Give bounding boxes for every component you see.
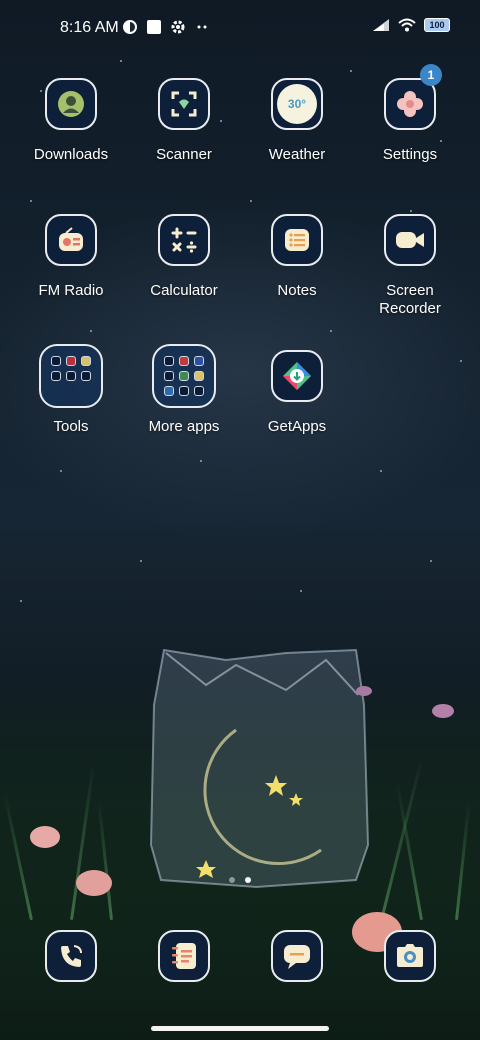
- folder-app-icon: [194, 386, 205, 397]
- app-fm-radio[interactable]: FM Radio: [15, 214, 127, 300]
- app-scanner[interactable]: Scanner: [128, 78, 240, 164]
- folder-app-icon: [50, 370, 61, 381]
- radio-icon: [45, 214, 97, 266]
- app-label: FM Radio: [38, 282, 104, 299]
- folder-tools[interactable]: Tools: [15, 344, 127, 436]
- wifi-icon: [398, 18, 416, 32]
- weather-icon: 30°: [271, 78, 323, 130]
- folder-app-icon: [194, 355, 205, 366]
- dock-phone[interactable]: [45, 930, 97, 982]
- weather-temp: 30°: [277, 84, 317, 124]
- page-indicator[interactable]: [0, 877, 480, 883]
- folder-app-icon: [163, 386, 174, 397]
- downloads-icon: [45, 78, 97, 130]
- flower: [356, 686, 372, 696]
- app-downloads[interactable]: Downloads: [15, 78, 127, 164]
- getapps-icon: [271, 350, 323, 402]
- app-label: Settings: [382, 146, 438, 163]
- status-system-icons: 100: [372, 18, 450, 32]
- app-weather[interactable]: 30° Weather: [241, 78, 353, 164]
- app-label: Notes: [277, 282, 317, 299]
- page-dot[interactable]: [229, 877, 235, 883]
- folder-app-icon: [178, 355, 189, 366]
- home-indicator[interactable]: [151, 1026, 329, 1031]
- app-label: Screen Recorder: [379, 282, 441, 317]
- video-camera-icon: [384, 214, 436, 266]
- app-calculator[interactable]: Calculator: [128, 214, 240, 300]
- messages-icon: [271, 930, 323, 982]
- battery-level: 100: [429, 20, 445, 30]
- app-label: More apps: [148, 418, 220, 435]
- app-getapps[interactable]: GetApps: [241, 350, 353, 436]
- folder-app-icon: [194, 370, 205, 381]
- app-settings[interactable]: 1 Settings: [354, 64, 466, 164]
- folder-app-icon: [50, 355, 61, 366]
- folder-app-icon: [178, 370, 189, 381]
- folder-more-apps[interactable]: More apps: [128, 344, 240, 436]
- dock-messages[interactable]: [271, 930, 323, 982]
- app-label: Scanner: [156, 146, 212, 163]
- scanner-icon: [158, 78, 210, 130]
- signal-icon: [373, 19, 389, 31]
- app-label: GetApps: [267, 418, 327, 435]
- status-bar: 8:16 AM 100: [0, 0, 480, 56]
- app-notes[interactable]: Notes: [241, 214, 353, 300]
- folder-icon: [39, 344, 103, 408]
- folder-app-icon: [178, 386, 189, 397]
- folder-app-icon: [81, 355, 92, 366]
- page-dot-active[interactable]: [245, 877, 251, 883]
- status-time: 8:16 AM: [60, 19, 119, 36]
- status-notification-icons: [122, 19, 210, 35]
- data-saver-icon: [123, 20, 137, 34]
- dock-camera[interactable]: [384, 930, 436, 982]
- more-dots-icon: [197, 25, 207, 29]
- folder-app-icon: [163, 370, 174, 381]
- flower: [76, 870, 112, 896]
- folder-app-icon: [163, 355, 174, 366]
- app-label: Tools: [53, 418, 89, 435]
- calculator-icon: [158, 214, 210, 266]
- folder-icon: [152, 344, 216, 408]
- flower: [432, 704, 454, 718]
- app-screen-recorder[interactable]: Screen Recorder: [354, 214, 466, 318]
- dock-contacts[interactable]: [158, 930, 210, 982]
- notification-badge: 1: [420, 64, 442, 86]
- phone-icon: [45, 930, 97, 982]
- app-label: Calculator: [150, 282, 218, 299]
- folder-app-icon: [65, 370, 76, 381]
- notes-icon: [271, 214, 323, 266]
- app-label: Downloads: [33, 146, 109, 163]
- contacts-notebook-icon: [158, 930, 210, 982]
- settings-flower-icon: 1: [384, 64, 442, 130]
- camera-icon: [384, 930, 436, 982]
- app-label: Weather: [268, 146, 326, 163]
- notification-square-icon: [147, 20, 161, 34]
- folder-app-icon: [81, 370, 92, 381]
- moon-bag-illustration: [149, 648, 370, 889]
- folder-app-icon: [65, 355, 76, 366]
- battery-icon: 100: [424, 18, 450, 32]
- flower: [30, 826, 60, 848]
- gear-icon: [171, 20, 185, 34]
